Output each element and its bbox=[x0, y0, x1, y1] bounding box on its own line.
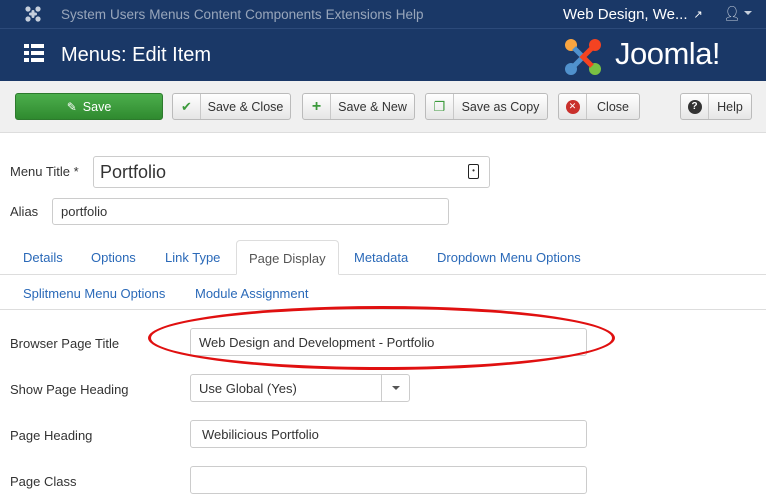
tabs-divider bbox=[0, 274, 766, 275]
page-heading-label: Page Heading bbox=[10, 428, 93, 443]
menu-users[interactable]: Users bbox=[110, 7, 145, 22]
menu-content[interactable]: Content bbox=[194, 7, 241, 22]
save-new-button[interactable]: + Save & New bbox=[302, 93, 415, 120]
menu-title-label: Menu Title * bbox=[10, 164, 79, 179]
close-button[interactable]: ✕ Close bbox=[558, 93, 640, 120]
joomla-logo-icon[interactable] bbox=[24, 5, 42, 23]
chevron-down-icon bbox=[381, 375, 409, 401]
plus-icon: + bbox=[303, 94, 331, 119]
show-page-heading-value: Use Global (Yes) bbox=[199, 380, 297, 396]
page-header: Menus: Edit Item Joomla! bbox=[0, 28, 766, 81]
page-class-label: Page Class bbox=[10, 474, 77, 489]
top-navbar: System Users Menus Content Components Ex… bbox=[0, 0, 766, 28]
save-button[interactable]: ✎ Save bbox=[15, 93, 163, 120]
alias-label: Alias bbox=[10, 204, 39, 219]
page-heading-input[interactable]: Webilicious Portfolio bbox=[190, 420, 587, 448]
lock-icon[interactable]: • bbox=[468, 164, 479, 179]
tab-link-type[interactable]: Link Type bbox=[165, 250, 220, 265]
tab-splitmenu-menu-options[interactable]: Splitmenu Menu Options bbox=[23, 286, 165, 301]
menu-extensions[interactable]: Extensions bbox=[326, 7, 392, 22]
tabs-bottom-divider bbox=[0, 309, 766, 310]
show-page-heading-select[interactable]: Use Global (Yes) bbox=[190, 374, 410, 402]
admin-menu: System Users Menus Content Components Ex… bbox=[61, 0, 427, 28]
tab-page-display[interactable]: Page Display bbox=[236, 240, 339, 275]
save-copy-button[interactable]: ❐ Save as Copy bbox=[425, 93, 548, 120]
site-link[interactable]: Web Design, We... ↗ bbox=[563, 0, 703, 28]
site-name: Web Design, We... bbox=[563, 5, 688, 23]
browser-page-title-value: Web Design and Development - Portfolio bbox=[199, 334, 435, 350]
help-button[interactable]: ? Help bbox=[680, 93, 752, 120]
menu-system[interactable]: System bbox=[61, 7, 106, 22]
browser-page-title-input[interactable]: Web Design and Development - Portfolio bbox=[190, 328, 587, 356]
toolbar: ✎ Save ✔ Save & Close + Save & New ❐ Sav… bbox=[0, 81, 766, 133]
edit-icon: ✎ bbox=[66, 99, 77, 114]
joomla-brand-text: Joomla! bbox=[615, 36, 721, 71]
chevron-down-icon[interactable] bbox=[744, 11, 752, 15]
page-title: Menus: Edit Item bbox=[61, 44, 212, 66]
page-heading-value: Webilicious Portfolio bbox=[202, 426, 319, 442]
copy-icon: ❐ bbox=[426, 94, 454, 119]
tab-dropdown-menu-options[interactable]: Dropdown Menu Options bbox=[437, 250, 581, 265]
tab-module-assignment[interactable]: Module Assignment bbox=[195, 286, 308, 301]
user-icon[interactable]: 👤︎ bbox=[723, 5, 741, 22]
close-icon: ✕ bbox=[559, 94, 587, 119]
menu-components[interactable]: Components bbox=[245, 7, 322, 22]
tab-metadata[interactable]: Metadata bbox=[354, 250, 408, 265]
menu-title-value: Portfolio bbox=[100, 161, 167, 182]
browser-page-title-label: Browser Page Title bbox=[10, 336, 120, 351]
alias-input[interactable]: portfolio bbox=[52, 198, 449, 225]
menu-menus[interactable]: Menus bbox=[149, 7, 190, 22]
alias-value: portfolio bbox=[61, 204, 108, 219]
help-icon: ? bbox=[681, 94, 709, 119]
save-close-button[interactable]: ✔ Save & Close bbox=[172, 93, 291, 120]
check-icon: ✔ bbox=[173, 94, 201, 119]
show-page-heading-label: Show Page Heading bbox=[10, 382, 129, 397]
tab-details[interactable]: Details bbox=[23, 250, 63, 265]
external-link-icon: ↗ bbox=[693, 8, 703, 21]
menu-help[interactable]: Help bbox=[396, 7, 424, 22]
list-menu-icon bbox=[24, 44, 44, 62]
joomla-brand-icon bbox=[565, 39, 601, 75]
menu-title-input[interactable]: Portfolio • bbox=[93, 156, 490, 188]
page-class-input[interactable] bbox=[190, 466, 587, 494]
tab-options[interactable]: Options bbox=[91, 250, 136, 265]
